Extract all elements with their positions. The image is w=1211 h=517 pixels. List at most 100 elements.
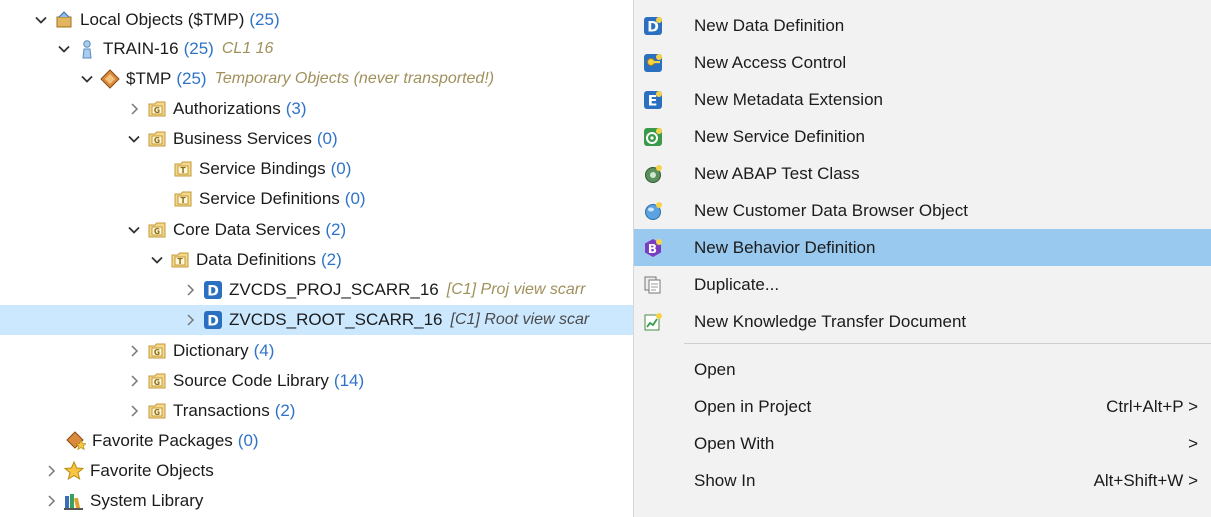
group-folder-icon: G <box>147 99 167 119</box>
group-folder-icon: G <box>147 129 167 149</box>
menu-item-label: New Customer Data Browser Object <box>694 200 968 220</box>
tree-item-dictionary[interactable]: G Dictionary (4) <box>0 336 640 366</box>
menu-item-new-access-control[interactable]: New Access Control <box>634 44 1211 81</box>
tree-item-count: (25) <box>249 10 280 29</box>
menu-item-new-metadata-extension[interactable]: E New Metadata Extension <box>634 81 1211 118</box>
menu-item-open-in-project[interactable]: Open in Project Ctrl+Alt+P > <box>634 388 1211 425</box>
chevron-down-icon[interactable] <box>79 71 95 87</box>
chevron-right-icon[interactable] <box>43 463 59 479</box>
data-definition-icon: D <box>203 280 223 300</box>
tree-item-label: TRAIN-16 <box>103 39 179 58</box>
tree-item-count: (2) <box>321 250 342 269</box>
menu-item-new-data-definition[interactable]: D New Data Definition <box>634 7 1211 44</box>
tree-item-favorite-objects[interactable]: Favorite Objects <box>0 456 640 486</box>
tree-item-train-16[interactable]: TRAIN-16 (25) CL1 16 <box>0 34 640 64</box>
tree-item-data-definitions[interactable]: T Data Definitions (2) <box>0 245 640 275</box>
behavior-definition-icon: B <box>642 237 664 259</box>
chevron-right-icon[interactable] <box>126 373 142 389</box>
tree-item-service-definitions[interactable]: T Service Definitions (0) <box>0 184 640 214</box>
menu-separator <box>684 343 1211 344</box>
svg-text:E: E <box>648 93 658 109</box>
tree-item-business-services[interactable]: G Business Services (0) <box>0 124 640 154</box>
tree-item-favorite-packages[interactable]: Favorite Packages (0) <box>0 426 640 456</box>
chevron-right-icon[interactable] <box>126 403 142 419</box>
tree-item-label: Core Data Services <box>173 220 321 239</box>
service-definition-icon <box>642 126 664 148</box>
data-definition-icon: D <box>642 15 664 37</box>
menu-item-new-customer-data-browser-object[interactable]: New Customer Data Browser Object <box>634 192 1211 229</box>
menu-item-duplicate[interactable]: Duplicate... <box>634 266 1211 303</box>
tree-item-transactions[interactable]: G Transactions (2) <box>0 396 640 426</box>
menu-item-label: New Access Control <box>694 52 847 72</box>
svg-text:T: T <box>177 257 183 266</box>
tree-item-label: ZVCDS_ROOT_SCARR_16 <box>229 310 443 329</box>
package-icon <box>100 69 120 89</box>
menu-item-open-with[interactable]: Open With > <box>634 425 1211 462</box>
menu-item-label: Duplicate... <box>694 274 780 294</box>
tree-item-decoration: CL1 16 <box>221 40 274 57</box>
knowledge-transfer-icon <box>642 311 664 333</box>
tree-item-zvcds-root-scarr-16[interactable]: D ZVCDS_ROOT_SCARR_16 [C1] Root view sca… <box>0 305 640 335</box>
tree-item-count: (4) <box>253 341 275 360</box>
type-folder-icon: T <box>173 159 193 179</box>
favorite-packages-icon <box>66 431 86 451</box>
tree-item-label: System Library <box>90 491 204 510</box>
tree-item-count: (0) <box>330 159 352 178</box>
menu-item-new-knowledge-transfer-document[interactable]: New Knowledge Transfer Document <box>634 303 1211 340</box>
tree-item-system-library[interactable]: System Library <box>0 486 640 516</box>
tree-item-label: Service Bindings <box>199 159 326 178</box>
tree-item-count: (2) <box>274 401 296 420</box>
menu-item-new-service-definition[interactable]: New Service Definition <box>634 118 1211 155</box>
chevron-down-icon[interactable] <box>149 252 165 268</box>
menu-item-new-abap-test-class[interactable]: New ABAP Test Class <box>634 155 1211 192</box>
chevron-right-icon[interactable] <box>126 343 142 359</box>
chevron-right-icon[interactable] <box>43 493 59 509</box>
menu-item-show-in[interactable]: Show In Alt+Shift+W > <box>634 462 1211 499</box>
tree-item-authorizations[interactable]: G Authorizations (3) <box>0 94 640 124</box>
svg-text:G: G <box>154 348 160 357</box>
menu-item-label: New ABAP Test Class <box>694 163 860 183</box>
tree-item-core-data-services[interactable]: G Core Data Services (2) <box>0 215 640 245</box>
tree-item-count: (3) <box>285 99 307 118</box>
tree-item-local-objects[interactable]: Local Objects ($TMP) (25) <box>0 5 640 35</box>
group-folder-icon: G <box>147 371 167 391</box>
menu-item-new-behavior-definition[interactable]: B New Behavior Definition <box>634 229 1211 266</box>
tree-item-zvcds-proj-scarr-16[interactable]: D ZVCDS_PROJ_SCARR_16 [C1] Proj view sca… <box>0 275 640 305</box>
menu-item-label: New Knowledge Transfer Document <box>694 311 967 331</box>
project-explorer-tree: Local Objects ($TMP) (25) TRAIN-16 (25) … <box>0 0 640 517</box>
tree-item-label: Local Objects ($TMP) <box>80 10 245 29</box>
chevron-right-icon[interactable] <box>182 282 198 298</box>
chevron-right-icon[interactable] <box>126 101 142 117</box>
svg-text:D: D <box>207 284 219 300</box>
tree-item-service-bindings[interactable]: T Service Bindings (0) <box>0 154 640 184</box>
tree-item-label: Favorite Objects <box>90 461 214 480</box>
tree-item-tmp-package[interactable]: $TMP (25) Temporary Objects (never trans… <box>0 64 640 94</box>
local-objects-icon <box>54 10 74 30</box>
svg-text:D: D <box>207 314 219 330</box>
context-menu: D New Data Definition New Access Control… <box>633 0 1211 517</box>
chevron-down-icon[interactable] <box>56 41 72 57</box>
submenu-arrow-icon: > <box>1188 470 1198 490</box>
tree-item-count: (0) <box>316 129 338 148</box>
menu-item-open[interactable]: Open <box>634 351 1211 388</box>
menu-item-label: New Data Definition <box>694 15 845 35</box>
metadata-extension-icon: E <box>642 89 664 111</box>
tree-item-label: Business Services <box>173 129 312 148</box>
menu-item-shortcut: Ctrl+Alt+P > <box>1106 396 1198 416</box>
tree-item-source-code-library[interactable]: G Source Code Library (14) <box>0 366 640 396</box>
tree-item-label: $TMP <box>126 69 172 88</box>
chevron-down-icon[interactable] <box>126 131 142 147</box>
svg-text:G: G <box>154 378 160 387</box>
library-icon <box>64 491 84 511</box>
submenu-arrow-icon: > <box>1188 433 1198 453</box>
tree-item-count: (14) <box>333 371 365 390</box>
menu-item-label: Show In <box>694 470 756 490</box>
chevron-right-icon[interactable] <box>182 312 198 328</box>
tree-item-label: Data Definitions <box>196 250 317 269</box>
menu-item-label: Open With <box>694 433 775 453</box>
chevron-down-icon[interactable] <box>126 222 142 238</box>
tree-item-count: (25) <box>176 69 207 88</box>
chevron-down-icon[interactable] <box>33 12 49 28</box>
star-icon <box>64 461 84 481</box>
tree-item-label: Service Definitions <box>199 189 340 208</box>
